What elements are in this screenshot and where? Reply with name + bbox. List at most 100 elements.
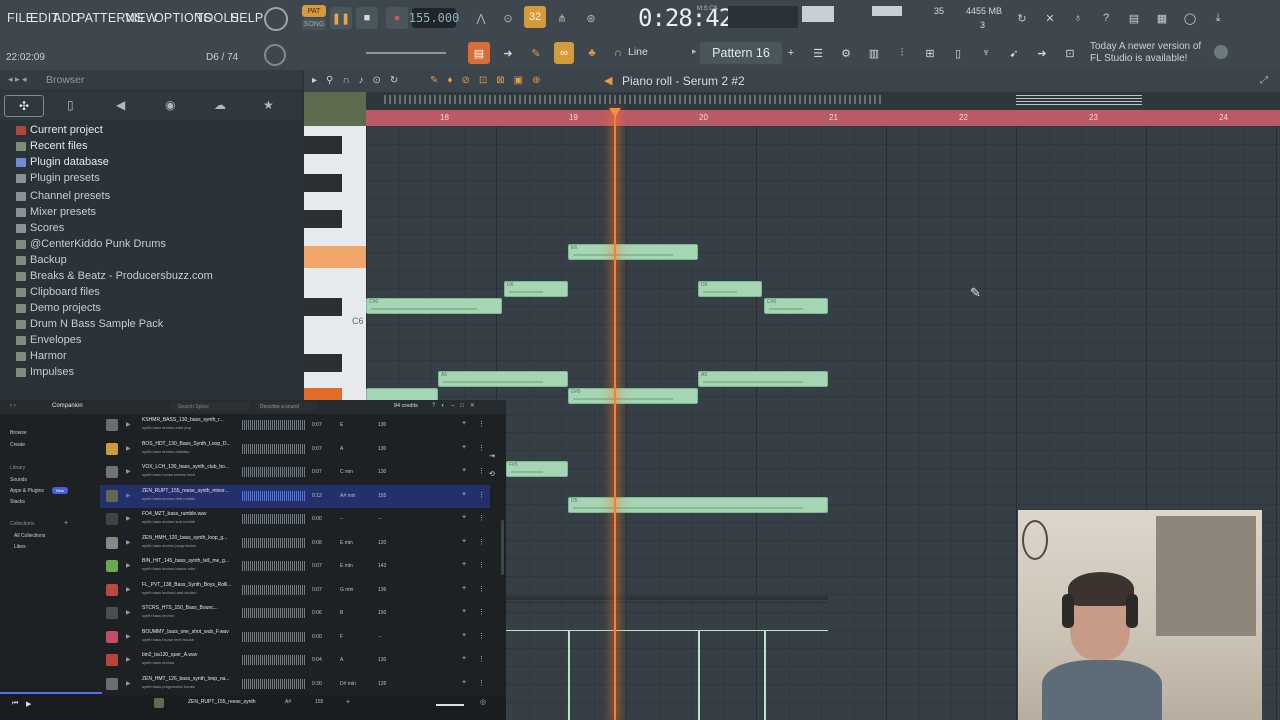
add-sample-icon[interactable]: + [462,538,466,545]
wait-record-button[interactable]: ⊙ [497,7,519,29]
tools-button[interactable]: ✕ [1040,7,1060,29]
describe-sound-input[interactable]: Describe a sound [256,402,318,411]
piano-roll-button[interactable]: ⚙ [836,42,856,64]
fader-button[interactable]: ⫶ [892,42,912,64]
add-sample-icon[interactable]: + [462,467,466,474]
companion-tab[interactable]: Companion [52,403,83,409]
player-settings-icon[interactable]: ◎ [480,698,486,706]
add-sample-icon[interactable]: + [462,561,466,568]
more-options-icon[interactable]: ⋮ [478,561,485,569]
plugin-picker-button[interactable]: ⊞ [920,42,940,64]
add-sample-icon[interactable]: + [462,444,466,451]
more-options-icon[interactable]: ⋮ [478,444,485,452]
velocity-bar[interactable] [568,630,570,720]
add-sample-icon[interactable]: + [462,491,466,498]
note[interactable]: A5 [698,371,828,387]
loop-icon[interactable]: ⟲ [489,470,495,478]
play-sample-icon[interactable]: ▶ [126,492,131,499]
play-sample-icon[interactable]: ▶ [126,468,131,475]
black-key[interactable] [304,354,342,372]
play-sample-icon[interactable]: ▶ [126,633,131,640]
playhead-marker[interactable] [609,108,621,117]
sample-row[interactable]: ▶ BOUMMY_bass_one_shot_wub_F.wav synth bas… [100,626,490,649]
step-edit-button[interactable]: ⋔ [551,7,573,29]
browser-item[interactable]: Scores [16,222,64,234]
plugin-button[interactable]: ▦ [1152,7,1172,29]
arrow-button[interactable]: ➜ [498,42,518,64]
tutorial-button[interactable]: ➹ [1004,42,1024,64]
play-sample-icon[interactable]: ▶ [126,539,131,546]
browser-item[interactable]: Demo projects [16,302,101,314]
pat-mode-button[interactable]: PAT [302,5,326,17]
more-options-icon[interactable]: ⋮ [478,585,485,593]
add-sample-icon[interactable]: + [462,585,466,592]
stop-button[interactable]: ■ [356,7,378,29]
browser-item[interactable]: Plugin database [16,156,109,168]
sample-row[interactable]: ▶ ZEN_RUPT_155_reese_synth_minor... synth … [100,484,490,508]
sample-waveform[interactable] [242,537,306,548]
add-to-collection-icon[interactable]: + [346,699,350,706]
browser-item[interactable]: Drum N Bass Sample Pack [16,318,163,330]
more-options-icon[interactable]: ⋮ [478,467,485,475]
tab-sounds-icon[interactable]: ◉ [165,98,175,112]
play-sample-icon[interactable]: ▶ [126,445,131,452]
play-sample-icon[interactable]: ▶ [126,421,131,428]
sample-row[interactable]: ▶ VOX_LCH_130_bass_synth_club_bo... synth … [100,461,490,484]
velocity-lane[interactable] [506,630,828,631]
player-prev-icon[interactable]: ⏮ [12,700,18,708]
undo-button[interactable]: ↻ [1012,7,1032,29]
note[interactable]: D6 [504,281,568,297]
more-options-icon[interactable]: ⋮ [478,514,485,522]
note[interactable]: C#6 [366,298,502,314]
note[interactable]: A5 [438,371,568,387]
tempo-display[interactable]: 155.000 [409,8,459,28]
play-sample-icon[interactable]: ▶ [126,680,131,687]
note[interactable]: G#5 [568,388,698,404]
piano-keyboard[interactable]: C6 [304,126,366,400]
stamp-button[interactable]: ♣ [582,42,602,64]
sample-row[interactable]: ▶ STCRS_HTS_150_Bass_Bounc... synth bass t… [100,602,490,625]
piano-roll-tools[interactable]: ▸⚲∩♪⊙↻ [312,75,407,86]
draw-tool-button[interactable]: ✎ [526,42,546,64]
menu-help[interactable]: HELP [230,11,263,25]
maximize-icon[interactable]: ⤢ [1260,75,1268,86]
download-button[interactable]: ⤓ [1208,7,1228,29]
save-button[interactable]: ▤ [1124,7,1144,29]
snap-icon-button[interactable]: ∩ [610,42,626,64]
play-sample-icon[interactable]: ▶ [126,586,131,593]
piano-roll-corner[interactable] [304,92,366,126]
splice-search-input[interactable]: Search Splice [170,402,250,411]
sample-row[interactable]: ▶ bin2_ba130_quer_A.wav synth bass techno 0… [100,649,490,672]
black-key[interactable] [304,298,342,316]
main-volume-knob[interactable] [264,7,288,31]
browser-item[interactable]: Envelopes [16,334,81,346]
timeline-ruler[interactable] [366,110,1280,126]
sample-waveform[interactable] [242,678,306,689]
sample-row[interactable]: ▶ KSHMR_BASS_130_bass_synth_r... synth bas… [100,414,490,437]
side-browse[interactable]: Browse [10,430,27,436]
sample-waveform[interactable] [242,490,306,501]
highlighted-key[interactable] [304,388,342,400]
note[interactable]: D5 [568,497,828,513]
browser-item[interactable]: Impulses [16,366,74,378]
browser-item[interactable]: Harmor [16,350,67,362]
pause-button[interactable]: ❚❚ [330,7,352,29]
browser-toggle-button[interactable]: ▯ [948,42,968,64]
more-options-icon[interactable]: ⋮ [478,632,485,640]
add-sample-icon[interactable]: + [462,679,466,686]
plugin-manager-button[interactable]: ♆ [976,42,996,64]
browser-item[interactable]: Recent files [16,140,87,152]
more-options-icon[interactable]: ⋮ [478,655,485,663]
sample-waveform[interactable] [242,655,306,665]
more-options-icon[interactable]: ⋮ [478,491,485,499]
snap-magnet-button[interactable]: ∞ [554,42,574,64]
companion-window-icons[interactable]: ?◐–□✕ [432,402,481,409]
side-likes[interactable]: Likes [14,544,26,550]
edit-tools[interactable]: ✎♦⊘⊡⊠▣⊕ [430,75,549,86]
note[interactable]: D6 [698,281,762,297]
side-all-collections[interactable]: All Collections [14,533,45,539]
black-key[interactable] [304,210,342,228]
mixer-button[interactable]: ▥ [864,42,884,64]
store-button[interactable]: ⊡ [1060,42,1080,64]
countdown-button[interactable]: 32 [524,6,546,28]
